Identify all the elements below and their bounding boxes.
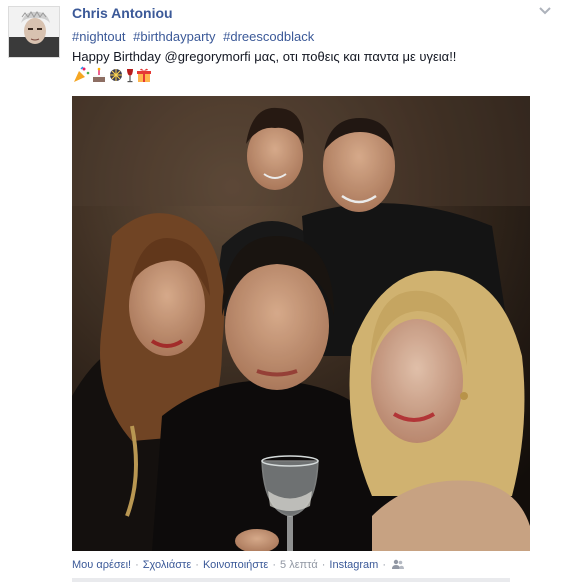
separator: · — [321, 559, 326, 571]
wine-glass-icon — [127, 69, 133, 83]
share-link[interactable]: Κοινοποιήστε — [203, 559, 268, 571]
source-link[interactable]: Instagram — [329, 559, 378, 571]
feed-post: Chris Antoniou #nightout #birthdayparty … — [0, 0, 563, 585]
separator: · — [195, 559, 199, 571]
separator: · — [135, 559, 139, 571]
post-actions: Μου αρέσει! · Σχολιάστε · Κοινοποιήστε · 5 λεπ… — [72, 559, 404, 571]
post-message: Happy Birthday @gregorymorfi μας, οτι πο… — [72, 49, 457, 64]
hashtag-link[interactable]: #nightout — [72, 29, 126, 44]
group-selfie-image — [72, 96, 530, 551]
friends-audience-icon[interactable] — [392, 559, 404, 570]
hashtag-link[interactable]: #birthdayparty — [133, 29, 215, 44]
avatar-image — [9, 7, 59, 57]
like-link[interactable]: Μου αρέσει! — [72, 559, 131, 571]
author-avatar[interactable] — [8, 6, 60, 58]
post-photo[interactable] — [72, 96, 530, 551]
fireworks-icon — [110, 69, 122, 81]
gift-icon — [137, 68, 151, 82]
separator: · — [272, 559, 277, 571]
party-popper-icon — [74, 66, 90, 82]
chevron-down-icon[interactable] — [538, 6, 552, 16]
separator: · — [382, 559, 386, 571]
cake-icon — [93, 67, 105, 82]
emoji-row — [72, 66, 152, 84]
hashtag-link[interactable]: #dreescodblack — [223, 29, 314, 44]
hashtag-row: #nightout #birthdayparty #dreescodblack — [72, 29, 318, 44]
timestamp-link[interactable]: 5 λεπτά — [280, 559, 318, 571]
comment-area-divider — [72, 578, 510, 582]
author-name[interactable]: Chris Antoniou — [72, 5, 173, 21]
comment-link[interactable]: Σχολιάστε — [143, 559, 192, 571]
